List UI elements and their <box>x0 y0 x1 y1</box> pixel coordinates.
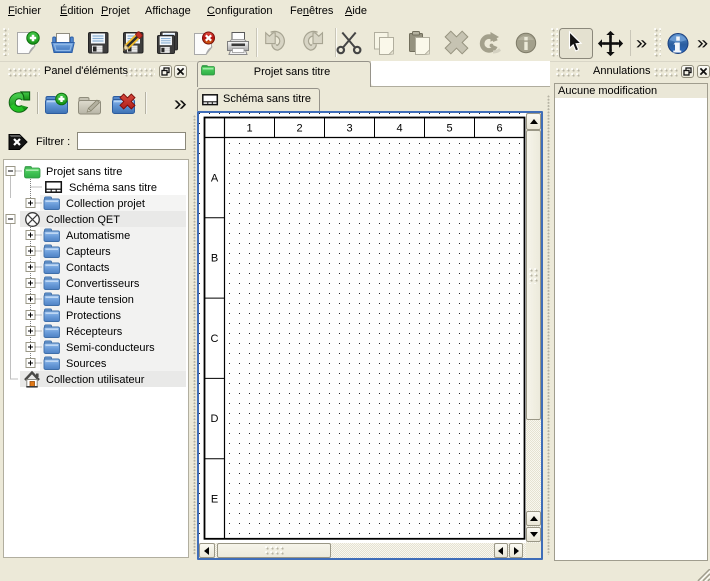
svg-text:1: 1 <box>246 123 252 135</box>
svg-text:Semi-conducteurs: Semi-conducteurs <box>66 342 155 354</box>
svg-text:2: 2 <box>296 123 302 135</box>
svg-text:Protections: Protections <box>66 310 122 322</box>
svg-text:Haute tension: Haute tension <box>66 294 134 306</box>
svg-text:Capteurs: Capteurs <box>66 246 111 258</box>
svg-text:3: 3 <box>346 123 352 135</box>
svg-text:Collection projet: Collection projet <box>66 198 145 210</box>
svg-text:B: B <box>211 253 218 265</box>
svg-text:Sources: Sources <box>66 358 107 370</box>
svg-text:D: D <box>211 413 219 425</box>
svg-text:Contacts: Contacts <box>66 262 110 274</box>
svg-text:Collection QET: Collection QET <box>46 214 120 226</box>
svg-text:Récepteurs: Récepteurs <box>66 326 123 338</box>
svg-text:Convertisseurs: Convertisseurs <box>66 278 140 290</box>
svg-text:4: 4 <box>396 123 402 135</box>
svg-text:Automatisme: Automatisme <box>66 230 130 242</box>
svg-text:6: 6 <box>496 123 502 135</box>
svg-text:5: 5 <box>446 123 452 135</box>
svg-text:C: C <box>211 333 219 345</box>
svg-text:Projet sans titre: Projet sans titre <box>46 166 122 178</box>
svg-text:A: A <box>211 172 219 184</box>
svg-text:E: E <box>211 494 218 506</box>
svg-text:Collection utilisateur: Collection utilisateur <box>46 374 145 386</box>
svg-text:Schéma sans titre: Schéma sans titre <box>69 182 157 194</box>
